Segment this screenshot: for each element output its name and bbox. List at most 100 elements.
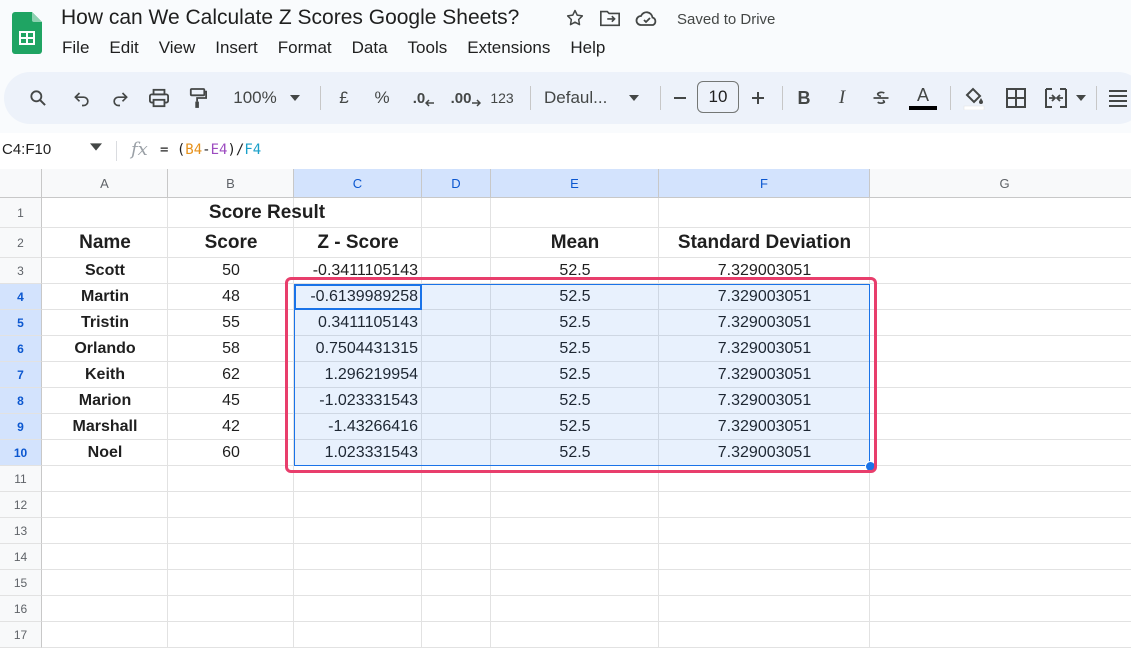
horizontal-align-icon[interactable] (1106, 72, 1130, 124)
italic-button[interactable]: I (830, 72, 854, 124)
cell[interactable] (422, 310, 491, 336)
cell[interactable] (168, 518, 294, 544)
row-header-17[interactable]: 17 (0, 622, 42, 648)
row-header-12[interactable]: 12 (0, 492, 42, 518)
cell[interactable] (42, 466, 168, 492)
score-cell[interactable]: 42 (168, 414, 294, 440)
cell[interactable] (42, 492, 168, 518)
cell[interactable] (870, 414, 1131, 440)
cell[interactable] (659, 492, 870, 518)
cell[interactable] (294, 492, 422, 518)
cell[interactable] (168, 466, 294, 492)
cell[interactable] (422, 518, 491, 544)
name-cell[interactable]: Marshall (42, 414, 168, 440)
column-header-e[interactable]: E (491, 169, 659, 198)
name-cell[interactable]: Scott (42, 258, 168, 284)
score-cell[interactable]: 60 (168, 440, 294, 466)
cell[interactable] (491, 466, 659, 492)
menu-format[interactable]: Format (268, 38, 342, 58)
cell[interactable] (422, 336, 491, 362)
cell[interactable] (42, 544, 168, 570)
zoom-select[interactable]: 100% (226, 72, 284, 124)
cell[interactable] (491, 518, 659, 544)
mean-cell[interactable]: 52.5 (491, 310, 659, 336)
cell[interactable] (42, 518, 168, 544)
cell[interactable] (659, 622, 870, 648)
cell[interactable] (659, 544, 870, 570)
name-cell[interactable]: Tristin (42, 310, 168, 336)
cell[interactable] (491, 596, 659, 622)
cell[interactable] (870, 310, 1131, 336)
cell[interactable] (422, 388, 491, 414)
cell[interactable] (870, 362, 1131, 388)
cell[interactable] (422, 622, 491, 648)
cell[interactable] (659, 596, 870, 622)
mean-cell[interactable]: 52.5 (491, 440, 659, 466)
cell[interactable] (422, 198, 491, 228)
font-size-input[interactable]: 10 (697, 81, 739, 113)
print-icon[interactable] (145, 72, 173, 124)
header-mean[interactable]: Mean (491, 228, 659, 258)
z-score-cell[interactable]: 1.296219954 (294, 362, 422, 388)
cell[interactable] (870, 258, 1131, 284)
cell[interactable] (422, 596, 491, 622)
header-z-score[interactable]: Z - Score (294, 228, 422, 258)
cell[interactable] (168, 622, 294, 648)
menu-insert[interactable]: Insert (205, 38, 268, 58)
score-cell[interactable]: 55 (168, 310, 294, 336)
menu-edit[interactable]: Edit (99, 38, 148, 58)
cell[interactable] (870, 492, 1131, 518)
row-header-3[interactable]: 3 (0, 258, 42, 284)
cell[interactable] (168, 596, 294, 622)
menu-view[interactable]: View (149, 38, 206, 58)
document-title[interactable]: How can We Calculate Z Scores Google She… (61, 6, 519, 30)
row-header-8[interactable]: 8 (0, 388, 42, 414)
menu-file[interactable]: File (52, 38, 99, 58)
row-header-5[interactable]: 5 (0, 310, 42, 336)
cell[interactable] (870, 198, 1131, 228)
cell[interactable] (422, 228, 491, 258)
bold-button[interactable]: B (792, 72, 816, 124)
standard-deviation-cell[interactable]: 7.329003051 (659, 258, 870, 284)
cell[interactable] (870, 596, 1131, 622)
paint-format-icon[interactable] (184, 72, 212, 124)
row-header-4[interactable]: 4 (0, 284, 42, 310)
move-to-folder-icon[interactable] (599, 8, 621, 28)
z-score-cell[interactable]: -1.43266416 (294, 414, 422, 440)
score-cell[interactable]: 62 (168, 362, 294, 388)
text-color-button[interactable]: A (908, 72, 938, 124)
cell[interactable] (168, 544, 294, 570)
z-score-cell[interactable]: 0.7504431315 (294, 336, 422, 362)
cell[interactable] (422, 440, 491, 466)
cell[interactable] (491, 492, 659, 518)
borders-icon[interactable] (1002, 72, 1030, 124)
z-score-cell[interactable]: -1.023331543 (294, 388, 422, 414)
search-menus-icon[interactable] (24, 72, 52, 124)
cell[interactable] (42, 596, 168, 622)
cell[interactable] (870, 570, 1131, 596)
mean-cell[interactable]: 52.5 (491, 336, 659, 362)
menu-help[interactable]: Help (560, 38, 615, 58)
row-header-7[interactable]: 7 (0, 362, 42, 388)
fill-color-icon[interactable] (959, 72, 989, 124)
undo-icon[interactable] (68, 72, 96, 124)
zoom-dropdown-icon[interactable] (287, 72, 303, 124)
decrease-decimal-button[interactable]: .0 (408, 72, 440, 124)
row-header-16[interactable]: 16 (0, 596, 42, 622)
name-box[interactable]: C4:F10 (2, 141, 51, 158)
cell[interactable] (42, 570, 168, 596)
spreadsheet-grid[interactable]: A B C D E F G 1 2 3 4 5 6 7 8 9 10 11 12 13 14 15 16 17 Score Re… (0, 169, 1131, 648)
name-cell[interactable]: Keith (42, 362, 168, 388)
percent-format-button[interactable]: % (370, 72, 394, 124)
cell[interactable] (870, 544, 1131, 570)
cell[interactable] (422, 544, 491, 570)
row-header-9[interactable]: 9 (0, 414, 42, 440)
cell[interactable] (491, 198, 659, 228)
redo-icon[interactable] (106, 72, 134, 124)
standard-deviation-cell[interactable]: 7.329003051 (659, 284, 870, 310)
cell[interactable] (491, 544, 659, 570)
sheets-logo-icon[interactable] (12, 12, 42, 54)
merge-dropdown-icon[interactable] (1074, 72, 1088, 124)
z-score-cell[interactable]: -0.3411105143 (294, 258, 422, 284)
star-icon[interactable] (565, 8, 585, 28)
